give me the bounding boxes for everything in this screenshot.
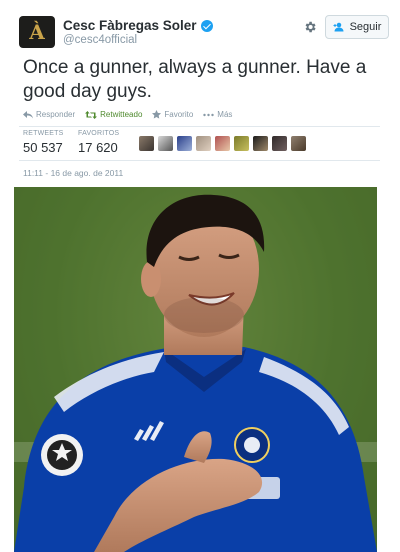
- favorites-stat[interactable]: FAVORITOS 17 620: [78, 130, 119, 155]
- avatar-logo: À: [29, 20, 45, 44]
- favorites-count: 17 620: [78, 140, 118, 155]
- favorite-label: Favorito: [164, 110, 194, 119]
- avatar[interactable]: [272, 136, 287, 151]
- display-name[interactable]: Cesc Fàbregas Soler: [63, 18, 213, 33]
- divider: [19, 126, 380, 127]
- user-handle[interactable]: @cesc4official: [63, 34, 137, 46]
- tweet-text: Once a gunner, always a gunner. Have a g…: [23, 57, 367, 102]
- retweets-count: 50 537: [23, 140, 63, 155]
- more-button[interactable]: Más: [203, 110, 232, 119]
- add-user-icon: [333, 22, 346, 32]
- favorite-button[interactable]: Favorito: [152, 110, 193, 119]
- more-label: Más: [217, 110, 233, 119]
- reply-label: Responder: [36, 110, 76, 119]
- favorites-label: FAVORITOS: [78, 130, 120, 137]
- retweets-stat[interactable]: RETWEETS 50 537: [23, 130, 64, 155]
- tweet-actions: Responder Retwitteado Favorito Más: [23, 110, 242, 119]
- verified-badge-icon: [200, 19, 213, 32]
- reply-icon: [23, 110, 33, 118]
- favoriters-avatars: [139, 136, 310, 151]
- avatar[interactable]: [196, 136, 211, 151]
- reply-button[interactable]: Responder: [23, 110, 75, 119]
- display-name-text: Cesc Fàbregas Soler: [63, 18, 197, 33]
- avatar[interactable]: [158, 136, 173, 151]
- retweet-button[interactable]: Retwitteado: [85, 110, 142, 119]
- follow-button-label: Seguir: [349, 21, 382, 33]
- avatar[interactable]: [291, 136, 306, 151]
- avatar[interactable]: [215, 136, 230, 151]
- more-icon: [203, 113, 214, 116]
- player-photo-illustration: [14, 187, 377, 552]
- avatar[interactable]: [177, 136, 192, 151]
- divider: [19, 160, 380, 161]
- avatar[interactable]: [139, 136, 154, 151]
- gear-icon[interactable]: [299, 16, 321, 38]
- avatar[interactable]: [253, 136, 268, 151]
- retweet-icon: [85, 110, 98, 119]
- avatar[interactable]: [234, 136, 249, 151]
- retweets-label: RETWEETS: [23, 130, 64, 137]
- retweet-label: Retwitteado: [100, 110, 143, 119]
- follow-button[interactable]: Seguir: [325, 15, 389, 39]
- star-icon: [152, 110, 162, 119]
- tweet-timestamp[interactable]: 11:11 - 16 de ago. de 2011: [23, 168, 123, 178]
- avatar[interactable]: À: [19, 16, 55, 48]
- tweet-photo[interactable]: [14, 187, 377, 552]
